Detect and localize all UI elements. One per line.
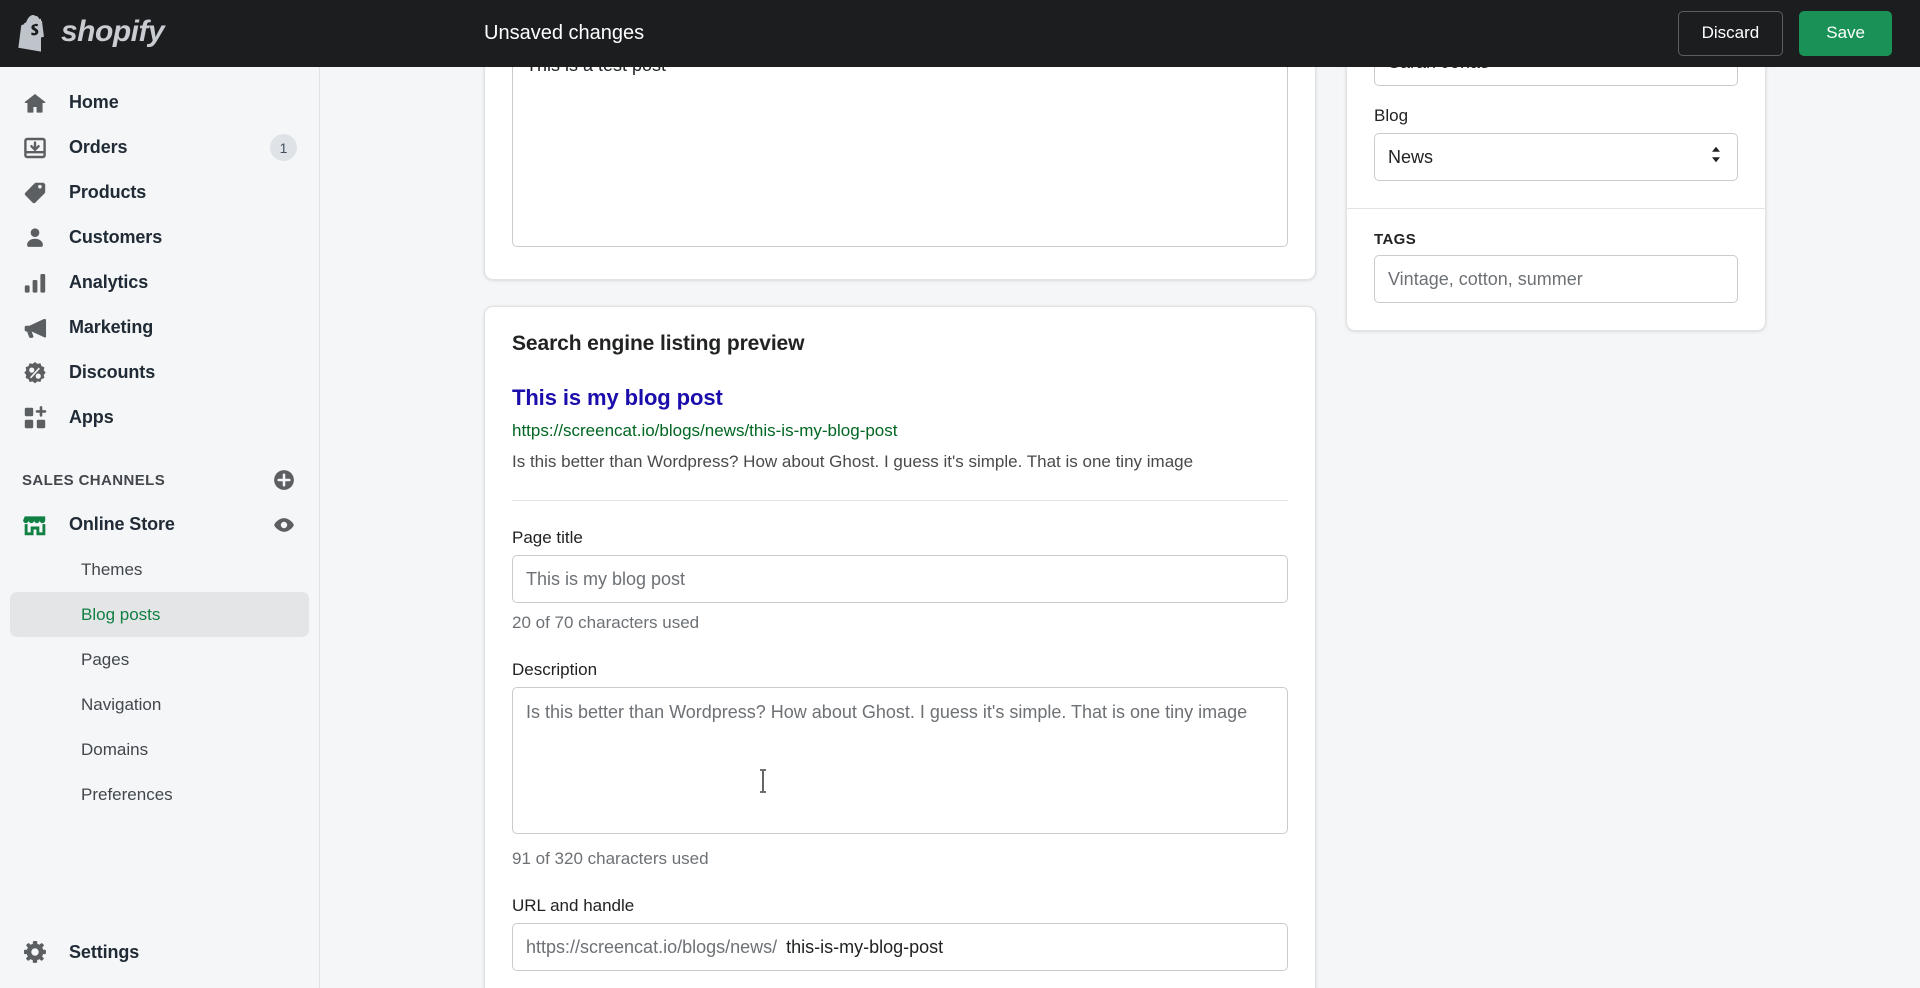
- shopify-wordmark: shopify: [61, 15, 165, 48]
- products-tag-icon: [22, 180, 48, 206]
- sidebar-item-marketing[interactable]: Marketing: [10, 305, 309, 350]
- sidebar-item-label: Navigation: [81, 694, 162, 714]
- main-column: Search engine listing preview This is my…: [484, 67, 1316, 988]
- sidebar: Home Orders 1 Products Customers Analyti…: [0, 67, 320, 988]
- tags-label: TAGS: [1374, 231, 1417, 248]
- blog-select[interactable]: [1374, 133, 1738, 181]
- sidebar-item-label: Online Store: [69, 514, 175, 534]
- eye-icon[interactable]: [273, 514, 295, 536]
- save-button[interactable]: Save: [1799, 11, 1892, 56]
- sidebar-item-label: Home: [69, 92, 119, 112]
- sidebar-item-label: Blog posts: [81, 604, 161, 624]
- sidebar-item-online-store[interactable]: Online Store: [10, 502, 309, 547]
- sidebar-item-themes[interactable]: Themes: [10, 547, 309, 592]
- customers-person-icon: [22, 225, 48, 251]
- tags-input[interactable]: [1374, 255, 1738, 303]
- sidebar-item-label: Pages: [81, 649, 130, 669]
- preview-url[interactable]: https://screencat.io/blogs/news/this-is-…: [512, 420, 1288, 443]
- top-bar: shopify Unsaved changes Discard Save: [0, 0, 1920, 67]
- description-textarea[interactable]: [512, 687, 1288, 835]
- main-content: Search engine listing preview This is my…: [321, 67, 1920, 988]
- sidebar-item-label: Settings: [69, 941, 140, 962]
- description-char-count: 91 of 320 characters used: [512, 849, 709, 869]
- page-title-label: Page title: [512, 528, 583, 548]
- sidebar-item-label: Customers: [69, 227, 163, 247]
- url-handle-input[interactable]: [777, 924, 1287, 971]
- author-section: Blog: [1347, 67, 1765, 208]
- plus-circle-icon[interactable]: [273, 469, 295, 491]
- sidebar-item-customers[interactable]: Customers: [10, 215, 309, 260]
- orders-count-badge: 1: [270, 134, 297, 161]
- description-label: Description: [512, 660, 598, 680]
- sidebar-item-products[interactable]: Products: [10, 170, 309, 215]
- sidebar-item-label: Analytics: [69, 272, 149, 292]
- sales-channels-section-header: SALES CHANNELS: [10, 458, 309, 502]
- preview-title[interactable]: This is my blog post: [512, 383, 1288, 413]
- sidebar-item-label: Discounts: [69, 362, 156, 382]
- sidebar-item-label: Themes: [81, 559, 143, 579]
- preview-description: Is this better than Wordpress? How about…: [512, 451, 1194, 471]
- sidebar-item-home[interactable]: Home: [10, 80, 309, 125]
- search-preview: This is my blog post https://screencat.i…: [512, 383, 1288, 473]
- url-prefix: https://screencat.io/blogs/news/: [526, 936, 778, 957]
- shopify-bag-icon: [18, 14, 52, 53]
- seo-listing-card: Search engine listing preview This is my…: [484, 306, 1316, 988]
- sidebar-item-label: Products: [69, 182, 147, 202]
- gear-icon: [22, 939, 48, 965]
- page-title-char-count: 20 of 70 characters used: [512, 613, 700, 633]
- storefront-icon: [22, 512, 48, 538]
- sidebar-item-orders[interactable]: Orders 1: [10, 125, 309, 170]
- sidebar-item-settings[interactable]: Settings: [10, 924, 310, 980]
- orders-icon: [22, 135, 48, 161]
- card-divider: [512, 500, 1288, 502]
- topbar-actions: Discard Save: [1677, 11, 1892, 56]
- shopify-logo[interactable]: shopify: [0, 0, 320, 67]
- blog-field: Blog: [1374, 106, 1738, 181]
- analytics-bars-icon: [22, 270, 48, 296]
- sidebar-item-label: Marketing: [69, 317, 154, 337]
- sidebar-item-label: Domains: [81, 739, 149, 759]
- url-handle-input-wrap[interactable]: https://screencat.io/blogs/news/: [512, 923, 1288, 972]
- discounts-percent-icon: [22, 360, 48, 386]
- sidebar-item-apps[interactable]: Apps: [10, 395, 309, 440]
- apps-grid-plus-icon: [22, 405, 48, 431]
- sidebar-item-label: Apps: [69, 407, 114, 427]
- tags-section: TAGS: [1347, 209, 1765, 330]
- post-body-textarea[interactable]: [512, 67, 1288, 247]
- sidebar-item-blog-posts[interactable]: Blog posts: [10, 592, 309, 637]
- sidebar-item-label: Orders: [69, 137, 128, 157]
- seo-card-title: Search engine listing preview: [512, 332, 805, 355]
- blog-select-wrap[interactable]: [1374, 133, 1738, 181]
- page-title-input[interactable]: [512, 555, 1288, 604]
- sidebar-footer: Settings: [0, 924, 320, 988]
- url-handle-label: URL and handle: [512, 896, 635, 916]
- body-content-card: [484, 67, 1316, 280]
- sidebar-item-domains[interactable]: Domains: [10, 727, 309, 772]
- sidebar-item-preferences[interactable]: Preferences: [10, 772, 309, 817]
- url-handle-field: URL and handle https://screencat.io/blog…: [512, 896, 1288, 988]
- sidebar-item-analytics[interactable]: Analytics: [10, 260, 309, 305]
- sidebar-item-label: Preferences: [81, 784, 173, 804]
- page-title: Unsaved changes: [484, 22, 645, 44]
- home-icon: [22, 90, 48, 116]
- sidebar-item-discounts[interactable]: Discounts: [10, 350, 309, 395]
- sidebar-item-navigation[interactable]: Navigation: [10, 682, 309, 727]
- page-title-field: Page title 20 of 70 characters used: [512, 528, 1288, 633]
- side-column: Blog TAGS: [1346, 67, 1766, 331]
- blog-label: Blog: [1374, 106, 1409, 125]
- sales-channels-title: SALES CHANNELS: [22, 471, 166, 489]
- marketing-megaphone-icon: [22, 315, 48, 341]
- sidebar-item-pages[interactable]: Pages: [10, 637, 309, 682]
- author-input[interactable]: [1374, 67, 1738, 86]
- organization-card: Blog TAGS: [1346, 67, 1766, 331]
- description-field: Description 91 of 320 characters used: [512, 660, 1288, 869]
- discard-button[interactable]: Discard: [1677, 11, 1784, 56]
